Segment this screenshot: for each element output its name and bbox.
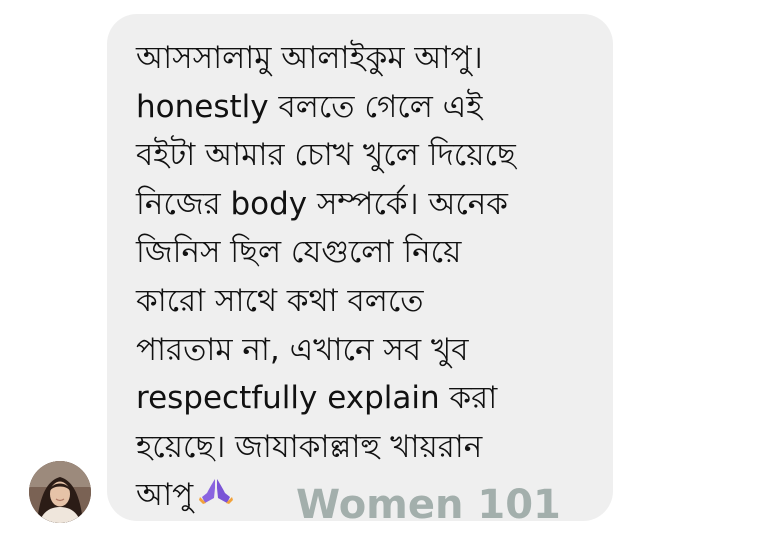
message-line: নিজের body সম্পর্কে। অনেক <box>136 185 508 222</box>
message-line: পারতাম না, এখানে সব খুব <box>136 331 469 368</box>
message-bubble[interactable]: আসসালামু আলাইকুম আপু। honestly বলতে গেলে… <box>107 14 613 521</box>
chat-thread: আসসালামু আলাইকুম আপু। honestly বলতে গেলে… <box>0 0 760 553</box>
message-line: কারো সাথে কথা বলতে <box>136 282 424 319</box>
profile-photo-icon <box>29 461 91 523</box>
message-line: হয়েছে। জাযাকাল্লাহু খায়রান <box>136 428 483 465</box>
message-text: আসসালামু আলাইকুম আপু। honestly বলতে গেলে… <box>136 34 606 520</box>
message-line: আসসালামু আলাইকুম আপু। <box>136 40 483 76</box>
message-line: respectfully explain করা <box>136 380 498 417</box>
folded-hands-icon <box>199 470 234 519</box>
sender-avatar[interactable] <box>29 461 91 523</box>
message-line: বইটা আমার চোখ খুলে দিয়েছে <box>136 137 516 174</box>
message-line: honestly বলতে গেলে এই <box>136 88 483 125</box>
message-line: জিনিস ছিল যেগুলো নিয়ে <box>136 234 462 271</box>
message-line: আপু <box>136 477 194 514</box>
watermark: Women 101 <box>296 482 561 528</box>
